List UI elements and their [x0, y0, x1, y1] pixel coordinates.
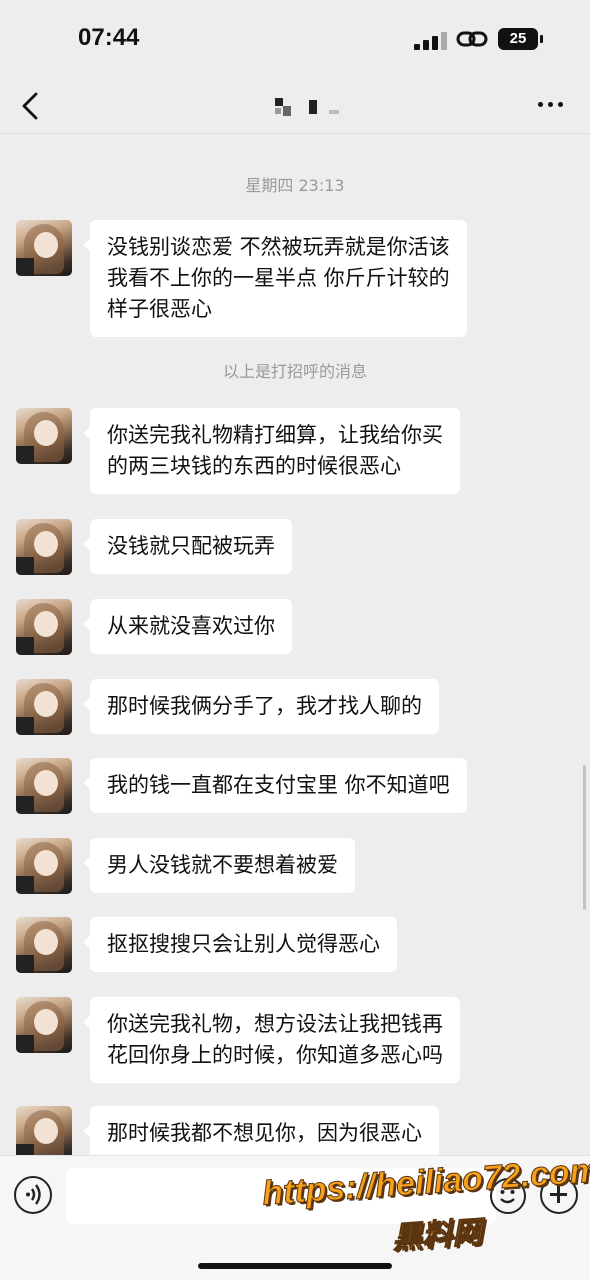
- message-line: 没钱别谈恋爱 不然被玩弄就是你活该: [107, 235, 450, 259]
- avatar[interactable]: [16, 1106, 72, 1162]
- battery-level: 25: [509, 30, 527, 47]
- message-line: 样子很恶心: [107, 297, 212, 321]
- message-line: 我的钱一直都在支付宝里 你不知道吧: [107, 773, 450, 797]
- message-bubble[interactable]: 没钱就只配被玩弄: [83, 519, 292, 574]
- message-line: 那时候我俩分手了，我才找人聊的: [107, 694, 422, 718]
- greeting-notice: 以上是打招呼的消息: [222, 362, 367, 381]
- avatar[interactable]: [16, 519, 72, 575]
- avatar[interactable]: [16, 838, 72, 894]
- link-icon: [456, 31, 488, 47]
- signal-icon: [414, 30, 448, 50]
- contact-name-redacted[interactable]: [275, 98, 345, 116]
- message-line: 男人没钱就不要想着被爱: [107, 853, 338, 877]
- message-bubble[interactable]: 从来就没喜欢过你: [83, 599, 292, 654]
- status-time: 07:44: [78, 24, 140, 51]
- watermark-site-name: 黑料网: [391, 1214, 484, 1257]
- status-bar: 07:44 25: [0, 0, 590, 78]
- message-line: 从来就没喜欢过你: [107, 614, 275, 638]
- message-line: 你送完我礼物精打细算，让我给你买: [107, 423, 443, 447]
- message-bubble[interactable]: 你送完我礼物，想方设法让我把钱再 花回你身上的时候，你知道多恶心吗: [83, 997, 460, 1083]
- message-line: 我看不上你的一星半点 你斤斤计较的: [107, 266, 450, 290]
- home-indicator[interactable]: [198, 1263, 392, 1269]
- message-bubble[interactable]: 没钱别谈恋爱 不然被玩弄就是你活该 我看不上你的一星半点 你斤斤计较的 样子很恶…: [83, 220, 467, 337]
- message-line: 那时候我都不想见你，因为很恶心: [107, 1121, 422, 1145]
- avatar[interactable]: [16, 679, 72, 735]
- avatar[interactable]: [16, 917, 72, 973]
- message-bubble[interactable]: 那时候我都不想见你，因为很恶心: [83, 1106, 439, 1161]
- chat-header: [0, 78, 590, 134]
- message-line: 花回你身上的时候，你知道多恶心吗: [107, 1043, 443, 1067]
- avatar[interactable]: [16, 997, 72, 1053]
- avatar[interactable]: [16, 408, 72, 464]
- message-line: 的两三块钱的东西的时候很恶心: [107, 454, 401, 478]
- avatar[interactable]: [16, 758, 72, 814]
- message-line: 没钱就只配被玩弄: [107, 534, 275, 558]
- more-icon[interactable]: [538, 98, 566, 112]
- avatar[interactable]: [16, 220, 72, 276]
- message-bubble[interactable]: 你送完我礼物精打细算，让我给你买 的两三块钱的东西的时候很恶心: [83, 408, 460, 494]
- avatar[interactable]: [16, 599, 72, 655]
- battery-icon: 25: [498, 28, 543, 50]
- message-line: 你送完我礼物，想方设法让我把钱再: [107, 1012, 443, 1036]
- voice-icon[interactable]: [14, 1176, 52, 1214]
- message-bubble[interactable]: 男人没钱就不要想着被爱: [83, 838, 355, 893]
- message-bubble[interactable]: 抠抠搜搜只会让别人觉得恶心: [83, 917, 397, 972]
- message-bubble[interactable]: 我的钱一直都在支付宝里 你不知道吧: [83, 758, 467, 813]
- message-line: 抠抠搜搜只会让别人觉得恶心: [107, 932, 380, 956]
- chat-timestamp: 星期四 23:13: [245, 176, 345, 195]
- message-bubble[interactable]: 那时候我俩分手了，我才找人聊的: [83, 679, 439, 734]
- back-icon[interactable]: [20, 92, 44, 120]
- scrollbar[interactable]: [583, 765, 586, 910]
